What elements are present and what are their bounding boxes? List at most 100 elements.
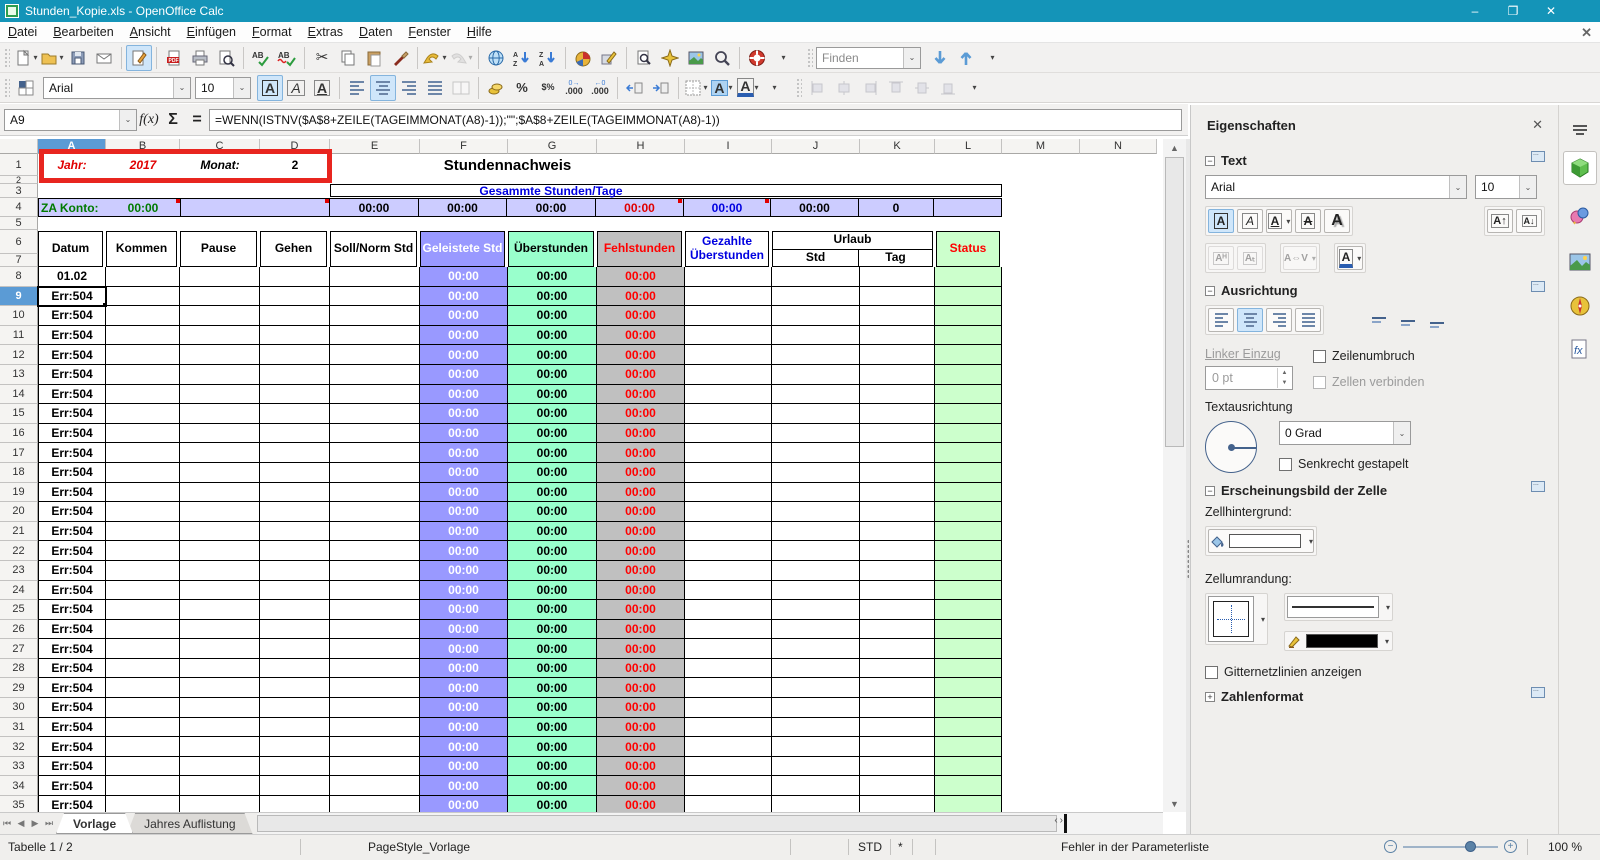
cell-H23[interactable]: 00:00 bbox=[597, 560, 685, 581]
tab-vorlage[interactable]: Vorlage bbox=[56, 813, 133, 834]
copy-button[interactable] bbox=[335, 45, 361, 71]
row-header-28[interactable]: 28 bbox=[0, 658, 38, 679]
cell-D15[interactable] bbox=[260, 404, 330, 424]
cell-J10[interactable] bbox=[772, 306, 860, 326]
cell-J19[interactable] bbox=[772, 482, 860, 503]
cell-B16[interactable] bbox=[106, 423, 180, 444]
cell-K28[interactable] bbox=[860, 658, 935, 679]
object-align-center-button[interactable] bbox=[831, 75, 857, 101]
cell-B12[interactable] bbox=[106, 345, 180, 365]
align-toolbar-handle[interactable] bbox=[795, 76, 802, 99]
page-preview-button[interactable] bbox=[213, 45, 239, 71]
cell-L18[interactable] bbox=[935, 462, 1002, 483]
object-align-top-button[interactable] bbox=[883, 75, 909, 101]
superscript-button[interactable]: Aᴴ bbox=[1208, 246, 1234, 270]
cell-K14[interactable] bbox=[860, 384, 935, 405]
cell-E30[interactable] bbox=[330, 698, 420, 718]
sidebar-align-justified-button[interactable] bbox=[1295, 308, 1321, 332]
cell-J33[interactable] bbox=[772, 756, 860, 777]
cell-A32[interactable]: Err:504 bbox=[38, 737, 106, 757]
find-replace-button[interactable] bbox=[631, 45, 657, 71]
cell-D26[interactable] bbox=[260, 619, 330, 640]
cell-D23[interactable] bbox=[260, 560, 330, 581]
sidebar-tab-gallery[interactable] bbox=[1563, 245, 1597, 279]
cell-G28[interactable]: 00:00 bbox=[508, 658, 597, 679]
cell-E4-value[interactable]: 00:00 bbox=[329, 199, 418, 216]
restore-button[interactable]: ❐ bbox=[1494, 0, 1532, 22]
cell-I16[interactable] bbox=[685, 423, 772, 444]
cell-H25[interactable]: 00:00 bbox=[597, 600, 685, 620]
row-header-3[interactable]: 3 bbox=[0, 184, 38, 198]
row-header-34[interactable]: 34 bbox=[0, 776, 38, 797]
border-picker-dropdown-icon[interactable]: ▾ bbox=[1261, 615, 1265, 624]
draw-functions-button[interactable] bbox=[596, 45, 622, 71]
cell-A9[interactable]: Err:504 bbox=[37, 285, 107, 308]
zoom-slider[interactable] bbox=[1403, 840, 1498, 852]
section-cell-appearance[interactable]: − Erscheinungsbild der Zelle bbox=[1205, 481, 1545, 498]
function-wizard-icon[interactable]: f(x) bbox=[137, 109, 161, 131]
cell-C16[interactable] bbox=[180, 423, 260, 444]
row-header-31[interactable]: 31 bbox=[0, 717, 38, 738]
cell-I25[interactable] bbox=[685, 600, 772, 620]
cell-A4-za-konto-label[interactable]: ZA Konto: bbox=[39, 199, 106, 216]
cell-I12[interactable] bbox=[685, 345, 772, 365]
row-header-1[interactable]: 1 bbox=[0, 154, 38, 176]
cell-K27[interactable] bbox=[860, 639, 935, 659]
cell-E28[interactable] bbox=[330, 658, 420, 679]
export-pdf-button[interactable]: PDF bbox=[161, 45, 187, 71]
cell-E23[interactable] bbox=[330, 560, 420, 581]
cell-F25[interactable]: 00:00 bbox=[420, 600, 508, 620]
row-header-20[interactable]: 20 bbox=[0, 502, 38, 522]
cell-E13[interactable] bbox=[330, 364, 420, 385]
cell-A10[interactable]: Err:504 bbox=[38, 306, 106, 326]
cell-I27[interactable] bbox=[685, 639, 772, 659]
row-header-26[interactable]: 26 bbox=[0, 619, 38, 640]
cell-H8[interactable]: 00:00 bbox=[597, 267, 685, 287]
cell-H19[interactable]: 00:00 bbox=[597, 482, 685, 503]
cell-E18[interactable] bbox=[330, 462, 420, 483]
column-header-N[interactable]: N bbox=[1080, 139, 1157, 154]
cell-K31[interactable] bbox=[860, 717, 935, 738]
cell-D9[interactable] bbox=[260, 286, 330, 307]
cell-L30[interactable] bbox=[935, 698, 1002, 718]
zoom-level[interactable]: 100 % bbox=[1548, 840, 1582, 854]
subscript-button[interactable]: Aₜ bbox=[1237, 246, 1263, 270]
cell-I20[interactable] bbox=[685, 502, 772, 522]
cell-D22[interactable] bbox=[260, 541, 330, 561]
cell-K34[interactable] bbox=[860, 776, 935, 797]
cell-K35[interactable] bbox=[860, 796, 935, 812]
open-button[interactable]: ▾ bbox=[39, 45, 65, 71]
cell-A22[interactable]: Err:504 bbox=[38, 541, 106, 561]
cell-J11[interactable] bbox=[772, 325, 860, 346]
email-button[interactable] bbox=[91, 45, 117, 71]
cell-A21[interactable]: Err:504 bbox=[38, 521, 106, 542]
cell-H12[interactable]: 00:00 bbox=[597, 345, 685, 365]
cell-E21[interactable] bbox=[330, 521, 420, 542]
zoom-slider-thumb[interactable] bbox=[1465, 840, 1476, 852]
auto-spellcheck-button[interactable]: AB bbox=[274, 45, 300, 71]
cell-appearance-dialog-launcher-icon[interactable] bbox=[1531, 481, 1545, 492]
cell-D30[interactable] bbox=[260, 698, 330, 718]
sidebar-strikethrough-button[interactable]: A bbox=[1295, 209, 1321, 233]
cell-C10[interactable] bbox=[180, 306, 260, 326]
scroll-up-icon[interactable]: ▲ bbox=[1163, 139, 1186, 156]
cell-K32[interactable] bbox=[860, 737, 935, 757]
cell-C34[interactable] bbox=[180, 776, 260, 797]
cell-K15[interactable] bbox=[860, 404, 935, 424]
merge-cells-checkbox[interactable]: Zellen verbinden bbox=[1313, 375, 1424, 389]
cell-A29[interactable]: Err:504 bbox=[38, 678, 106, 699]
cell-A24[interactable]: Err:504 bbox=[38, 580, 106, 601]
cell-I9[interactable] bbox=[685, 286, 772, 307]
cell-H35[interactable]: 00:00 bbox=[597, 796, 685, 812]
cell-G21[interactable]: 00:00 bbox=[508, 521, 597, 542]
wrap-text-checkbox[interactable]: Zeilenumbruch bbox=[1313, 349, 1424, 363]
border-color-dropdown-icon[interactable]: ▾ bbox=[1385, 637, 1389, 646]
cell-E34[interactable] bbox=[330, 776, 420, 797]
row-header-35[interactable]: 35 bbox=[0, 796, 38, 812]
cell-C25[interactable] bbox=[180, 600, 260, 620]
cell-D11[interactable] bbox=[260, 325, 330, 346]
cell-J12[interactable] bbox=[772, 345, 860, 365]
sum-icon[interactable]: Σ bbox=[161, 109, 185, 131]
cell-A13[interactable]: Err:504 bbox=[38, 364, 106, 385]
cell-H15[interactable]: 00:00 bbox=[597, 404, 685, 424]
